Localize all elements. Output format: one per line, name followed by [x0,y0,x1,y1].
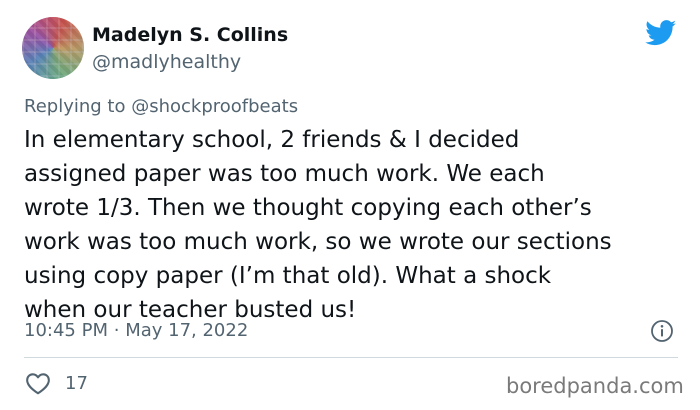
author-display-name[interactable]: Madelyn S. Collins [92,24,288,46]
replying-to-prefix: Replying to [24,96,126,117]
heart-icon[interactable] [25,371,51,395]
tweet-time[interactable]: 10:45 PM [24,320,108,341]
tweet-date[interactable]: May 17, 2022 [125,320,248,341]
author-handle[interactable]: @madlyhealthy [92,51,241,73]
boredpanda-watermark: boredpanda.com [506,374,684,398]
divider [24,357,678,358]
replying-to-line: Replying to @shockproofbeats [24,96,298,117]
tweet-line: In elementary school, 2 friends & I deci… [24,127,520,153]
tweet-line: assigned paper was too much work. We eac… [24,161,545,187]
like-count[interactable]: 17 [65,373,88,394]
tweet-line: wrote 1/3. Then we thought copying each … [24,195,592,221]
tweet-text: In elementary school, 2 friends & I deci… [24,123,684,327]
meta-separator: · [113,320,120,341]
avatar[interactable] [22,17,84,79]
reply-mention-link[interactable]: @shockproofbeats [131,96,298,117]
tweet-line: work was too much work, so we wrote our … [24,229,612,255]
info-icon[interactable] [650,319,674,343]
tweet-timestamp[interactable]: 10:45 PM · May 17, 2022 [24,320,248,341]
tweet-line: using copy paper (I’m that old). What a … [24,263,552,289]
twitter-bird-icon[interactable] [645,20,677,46]
